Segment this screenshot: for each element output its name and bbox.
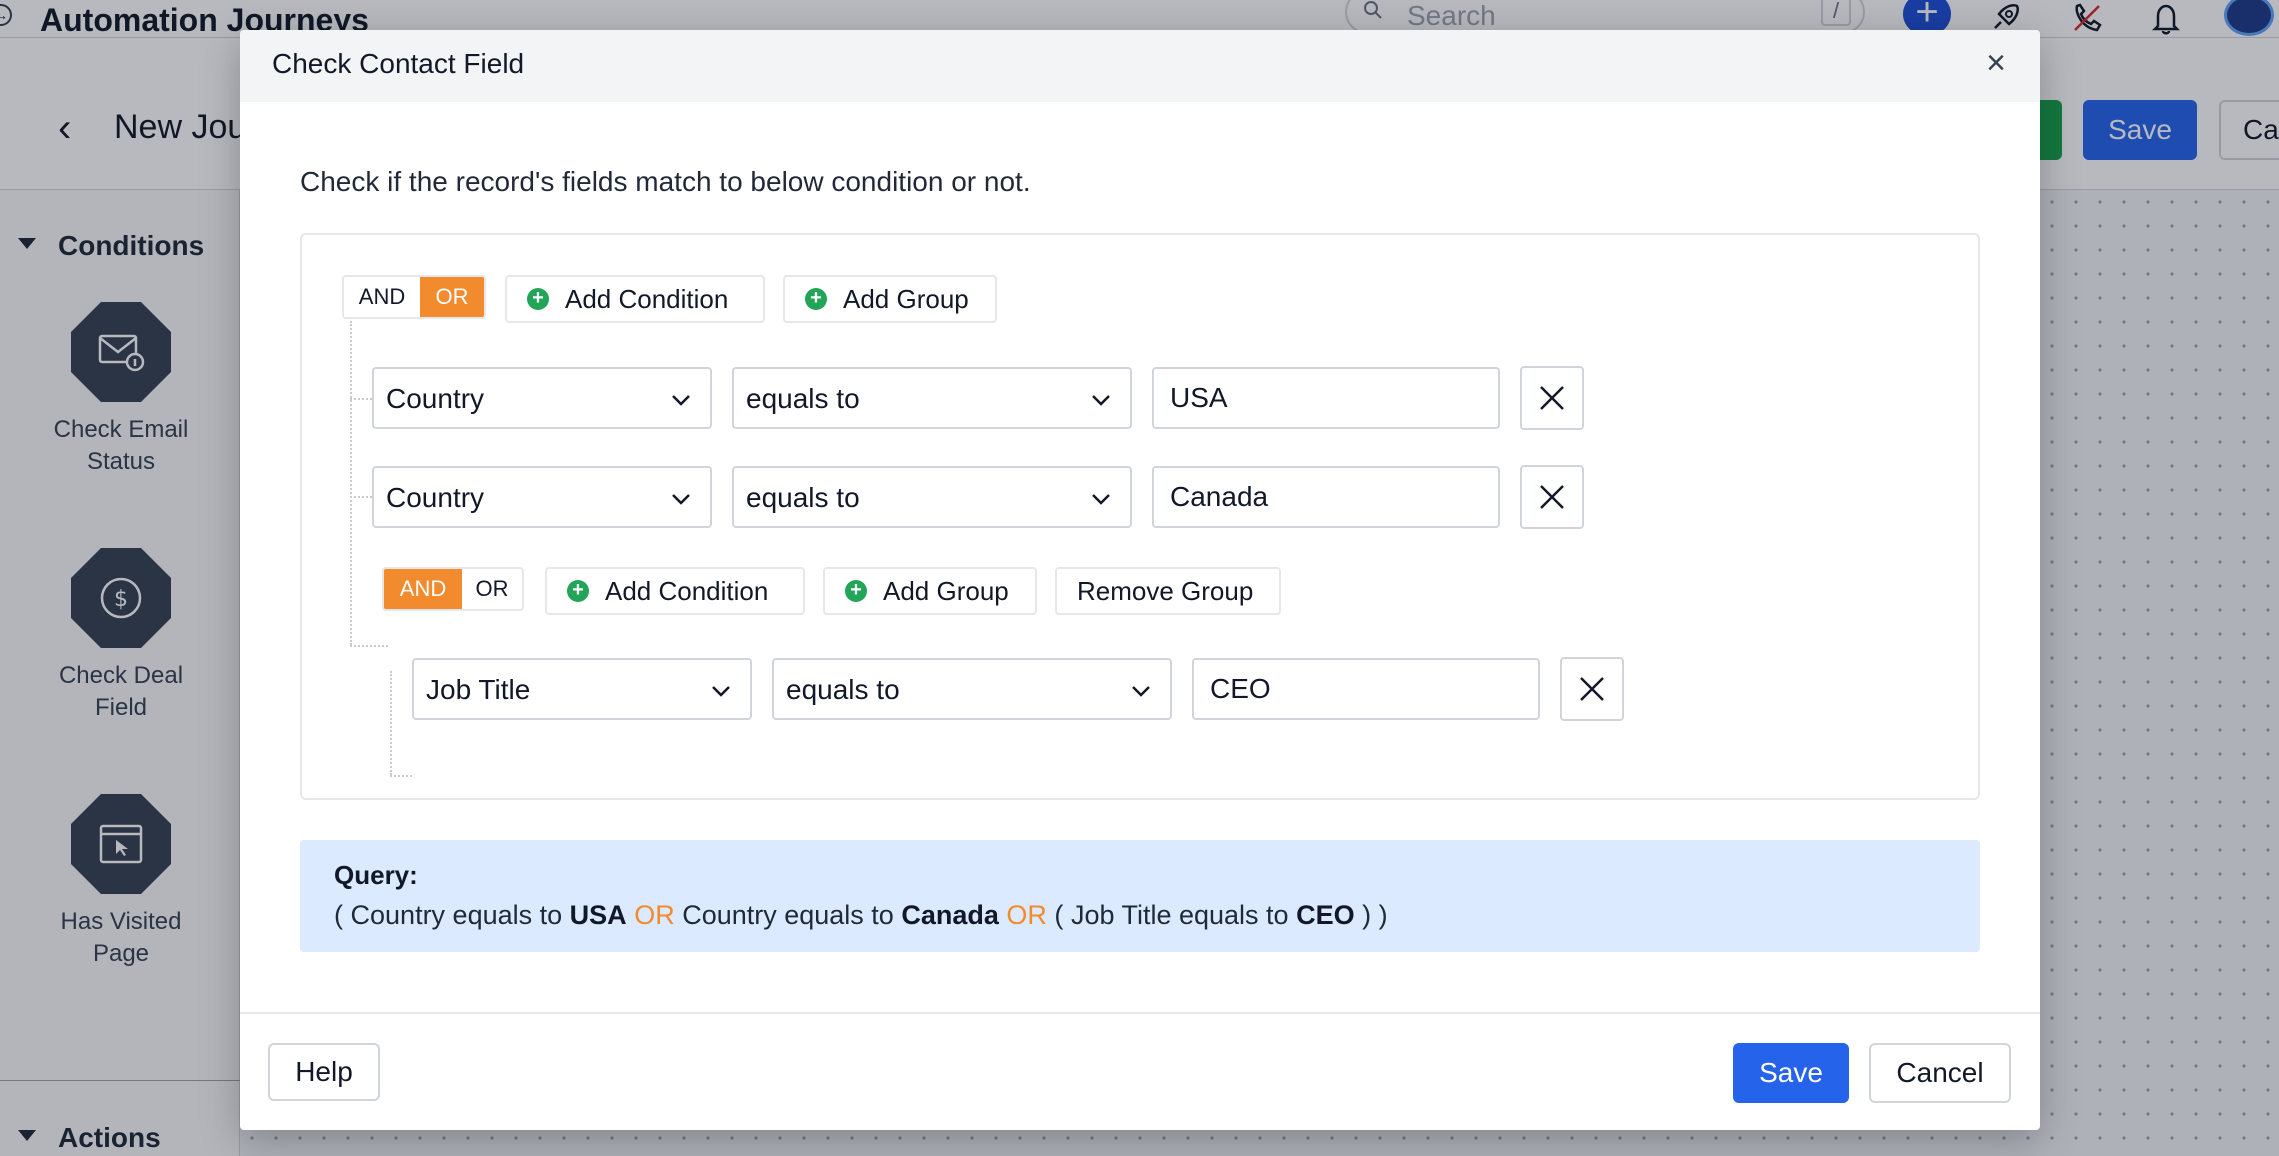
and-toggle[interactable]: AND	[384, 569, 462, 609]
divider	[240, 1012, 2040, 1014]
modal-title: Check Contact Field	[272, 48, 525, 79]
rule-field-select[interactable]: Country	[372, 367, 712, 429]
modal-header: Check Contact Field ×	[240, 30, 2040, 102]
rule-field-value: Country	[386, 383, 485, 414]
close-icon	[1540, 386, 1564, 410]
query-builder: AND OR + Add Condition + Add Group Count…	[300, 233, 1980, 800]
rule-field-select[interactable]: Country	[372, 466, 712, 528]
plus-circle-icon: +	[845, 580, 867, 602]
add-group-label: Add Group	[883, 575, 1009, 606]
tree-connector	[350, 645, 388, 647]
plus-circle-icon: +	[805, 288, 827, 310]
query-text: Country equals to	[350, 900, 563, 930]
close-icon	[1580, 677, 1604, 701]
query-or: OR	[1006, 900, 1047, 930]
chevron-down-icon	[712, 686, 730, 697]
tree-connector	[350, 398, 372, 400]
chevron-down-icon	[1092, 395, 1110, 406]
rule-operator-select[interactable]: equals to	[732, 367, 1132, 429]
rule-operator-value: equals to	[746, 482, 860, 513]
rule-operator-value: equals to	[786, 674, 900, 705]
nested-group-operator-toggle: AND OR	[382, 567, 524, 611]
cancel-button[interactable]: Cancel	[1869, 1043, 2011, 1103]
rule-value-input[interactable]	[1152, 367, 1500, 429]
query-label: Query:	[334, 860, 418, 890]
query-paren: (	[334, 900, 343, 930]
remove-rule-button[interactable]	[1520, 465, 1584, 529]
rule-field-value: Job Title	[426, 674, 531, 705]
rule-field-select[interactable]: Job Title	[412, 658, 752, 720]
add-condition-label: Add Condition	[565, 283, 729, 314]
add-group-button[interactable]: + Add Group	[823, 567, 1037, 615]
rule-value-input[interactable]	[1152, 466, 1500, 528]
chevron-down-icon	[1132, 686, 1150, 697]
tree-connector	[350, 321, 352, 645]
add-group-button[interactable]: + Add Group	[783, 275, 997, 323]
remove-rule-button[interactable]	[1520, 366, 1584, 430]
add-condition-button[interactable]: + Add Condition	[505, 275, 765, 323]
or-toggle[interactable]: OR	[462, 569, 522, 609]
add-condition-button[interactable]: + Add Condition	[545, 567, 805, 615]
close-icon	[1540, 485, 1564, 509]
query-paren: (	[1054, 900, 1064, 930]
chevron-down-icon	[672, 395, 690, 406]
close-icon[interactable]: ×	[1980, 46, 2012, 80]
save-button[interactable]: Save	[1733, 1043, 1849, 1103]
query-paren: )	[1378, 900, 1388, 930]
or-toggle[interactable]: OR	[420, 277, 484, 317]
rule-value-input[interactable]	[1192, 658, 1540, 720]
chevron-down-icon	[672, 494, 690, 505]
chevron-down-icon	[1092, 494, 1110, 505]
query-value: CEO	[1296, 900, 1355, 930]
query-text: Job Title equals to	[1070, 900, 1289, 930]
remove-group-button[interactable]: Remove Group	[1055, 567, 1281, 615]
and-toggle[interactable]: AND	[344, 277, 420, 317]
rule-operator-value: equals to	[746, 383, 860, 414]
query-paren: )	[1362, 900, 1372, 930]
query-text: Country equals to	[682, 900, 894, 930]
tree-connector	[390, 775, 412, 777]
add-group-label: Add Group	[843, 283, 969, 314]
add-condition-label: Add Condition	[605, 575, 769, 606]
tree-connector	[390, 671, 392, 775]
plus-circle-icon: +	[527, 288, 549, 310]
tree-connector	[350, 496, 372, 498]
check-contact-field-modal: Check Contact Field × Check if the recor…	[240, 30, 2040, 1130]
modal-description: Check if the record's fields match to be…	[300, 166, 1031, 197]
rule-field-value: Country	[386, 482, 485, 513]
rule-operator-select[interactable]: equals to	[732, 466, 1132, 528]
query-value: Canada	[901, 900, 999, 930]
root-group-operator-toggle: AND OR	[342, 275, 486, 319]
query-value: USA	[569, 900, 627, 930]
plus-circle-icon: +	[567, 580, 589, 602]
remove-rule-button[interactable]	[1560, 657, 1624, 721]
remove-group-label: Remove Group	[1077, 575, 1254, 606]
help-button[interactable]: Help	[268, 1043, 380, 1101]
query-or: OR	[634, 900, 675, 930]
query-preview: Query: ( Country equals to USA OR Countr…	[300, 840, 1980, 952]
rule-operator-select[interactable]: equals to	[772, 658, 1172, 720]
query-expression: ( Country equals to USA OR Country equal…	[334, 900, 1388, 931]
